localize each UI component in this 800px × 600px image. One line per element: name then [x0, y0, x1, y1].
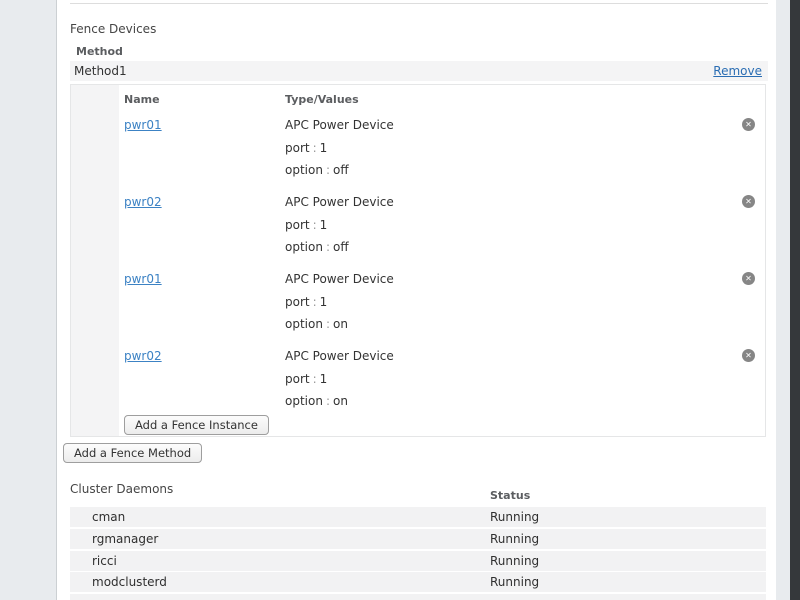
fence-method-name: Method1 [74, 64, 127, 78]
attr-separator: : [323, 163, 333, 177]
daemon-row-partial [70, 594, 766, 600]
status-column-header: Status [490, 489, 530, 502]
left-panel-background [0, 0, 57, 600]
attr-value: 1 [320, 372, 328, 386]
attr-value: on [333, 394, 348, 408]
fence-instance-attr: port:1 [285, 141, 327, 155]
fence-instance-row: pwr01 APC Power Device port:1 option:on … [71, 272, 765, 332]
attr-value: 1 [320, 141, 328, 155]
attr-value: 1 [320, 218, 328, 232]
fence-instance-link[interactable]: pwr02 [124, 349, 162, 363]
fence-instance-attr: port:1 [285, 218, 327, 232]
attr-key: port [285, 141, 310, 155]
section-divider [70, 3, 768, 4]
fence-instance-attr: port:1 [285, 372, 327, 386]
instances-name-header: Name [124, 93, 160, 106]
daemon-row: modclusterd Running [70, 572, 766, 592]
attr-key: option [285, 163, 323, 177]
attr-key: option [285, 394, 323, 408]
fence-instance-attr: port:1 [285, 295, 327, 309]
attr-value: on [333, 317, 348, 331]
daemon-name: ricci [92, 554, 117, 568]
fence-instance-row: pwr02 APC Power Device port:1 option:on … [71, 349, 765, 409]
fence-instance-type: APC Power Device [285, 349, 394, 363]
fence-instance-row: pwr01 APC Power Device port:1 option:off… [71, 118, 765, 178]
fence-instances-table: Name Type/Values pwr01 APC Power Device … [70, 84, 766, 437]
daemon-row: cman Running [70, 507, 766, 527]
attr-separator: : [323, 317, 333, 331]
attr-key: option [285, 240, 323, 254]
attr-key: port [285, 372, 310, 386]
daemon-row: rgmanager Running [70, 529, 766, 549]
remove-instance-icon[interactable]: ✕ [742, 349, 755, 362]
remove-instance-icon[interactable]: ✕ [742, 118, 755, 131]
fence-instance-attr: option:on [285, 394, 348, 408]
daemon-name: cman [92, 510, 125, 524]
daemon-row: ricci Running [70, 551, 766, 571]
daemon-status: Running [490, 532, 539, 546]
daemon-name: rgmanager [92, 532, 158, 546]
attr-separator: : [310, 218, 320, 232]
fence-instance-attr: option:off [285, 240, 349, 254]
daemon-status: Running [490, 575, 539, 589]
fence-instance-type: APC Power Device [285, 272, 394, 286]
method-column-header: Method [76, 45, 123, 58]
fence-method-row: Method1 Remove [70, 61, 768, 81]
attr-value: off [333, 240, 349, 254]
remove-instance-icon[interactable]: ✕ [742, 272, 755, 285]
attr-value: 1 [320, 295, 328, 309]
add-fence-method-button[interactable]: Add a Fence Method [63, 443, 202, 463]
fence-instance-row: pwr02 APC Power Device port:1 option:off… [71, 195, 765, 255]
fence-instance-type: APC Power Device [285, 195, 394, 209]
fence-instance-link[interactable]: pwr01 [124, 118, 162, 132]
attr-separator: : [310, 372, 320, 386]
attr-separator: : [323, 394, 333, 408]
attr-separator: : [310, 141, 320, 155]
remove-instance-icon[interactable]: ✕ [742, 195, 755, 208]
cluster-daemons-title: Cluster Daemons [70, 482, 173, 496]
add-fence-instance-button[interactable]: Add a Fence Instance [124, 415, 269, 435]
scrollbar-track[interactable] [776, 0, 790, 600]
attr-separator: : [323, 240, 333, 254]
daemon-status: Running [490, 554, 539, 568]
fence-instance-attr: option:on [285, 317, 348, 331]
attr-key: port [285, 295, 310, 309]
attr-key: port [285, 218, 310, 232]
daemon-name: modclusterd [92, 575, 167, 589]
fence-devices-title: Fence Devices [70, 22, 156, 36]
daemon-status: Running [490, 510, 539, 524]
fence-instance-attr: option:off [285, 163, 349, 177]
attr-separator: : [310, 295, 320, 309]
instances-type-header: Type/Values [285, 93, 359, 106]
fence-instance-link[interactable]: pwr01 [124, 272, 162, 286]
window-edge [790, 0, 800, 600]
fence-instance-type: APC Power Device [285, 118, 394, 132]
fence-instance-link[interactable]: pwr02 [124, 195, 162, 209]
remove-method-link[interactable]: Remove [713, 64, 762, 78]
attr-value: off [333, 163, 349, 177]
cluster-node-page: Fence Devices Method Method1 Remove Name… [0, 0, 800, 600]
attr-key: option [285, 317, 323, 331]
